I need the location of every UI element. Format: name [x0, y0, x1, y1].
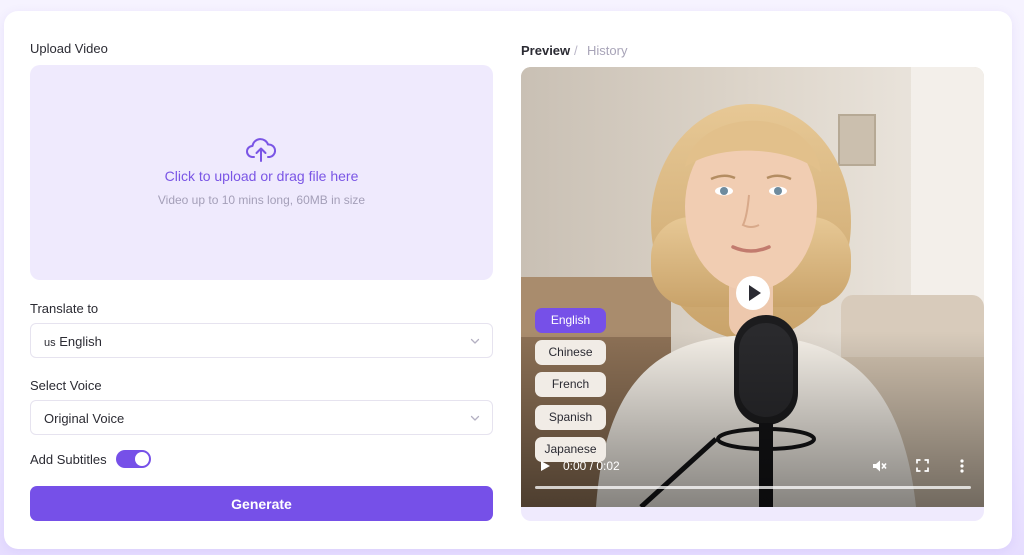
- translate-language-value: us English: [44, 334, 102, 349]
- voice-select[interactable]: Original Voice: [30, 400, 493, 435]
- translate-to-label: Translate to: [30, 301, 99, 316]
- more-icon[interactable]: [959, 458, 965, 474]
- language-pill-french[interactable]: French: [535, 372, 606, 397]
- language-name: English: [59, 334, 102, 349]
- upload-video-label: Upload Video: [30, 41, 108, 56]
- upload-dropzone[interactable]: Click to upload or drag file here Video …: [30, 65, 493, 280]
- tab-preview[interactable]: Preview: [521, 43, 570, 58]
- video-preview[interactable]: English Chinese French Spanish Japanese …: [521, 67, 984, 507]
- flag-label: us: [44, 337, 56, 349]
- video-progress-bar[interactable]: [535, 486, 971, 489]
- voice-value: Original Voice: [44, 411, 125, 426]
- video-time: 0:00 / 0:02: [563, 459, 620, 473]
- video-footer: [521, 507, 984, 521]
- subtitles-toggle[interactable]: [116, 450, 151, 468]
- toggle-knob: [135, 452, 149, 466]
- language-pill-english[interactable]: English: [535, 308, 606, 333]
- mute-icon[interactable]: [871, 458, 887, 474]
- select-voice-label: Select Voice: [30, 378, 102, 393]
- language-pill-spanish[interactable]: Spanish: [535, 405, 606, 430]
- tab-separator: /: [574, 43, 578, 58]
- translate-language-select[interactable]: us English: [30, 323, 493, 358]
- cloud-upload-icon: [246, 138, 276, 162]
- translator-card: Upload Video Click to upload or drag fil…: [4, 11, 1012, 549]
- play-small-icon[interactable]: [539, 460, 551, 472]
- language-pill-chinese[interactable]: Chinese: [535, 340, 606, 365]
- chevron-down-icon: [470, 338, 480, 344]
- chevron-down-icon: [470, 415, 480, 421]
- play-icon[interactable]: [735, 275, 771, 311]
- generate-button[interactable]: Generate: [30, 486, 493, 521]
- fullscreen-icon[interactable]: [916, 459, 929, 472]
- tab-history[interactable]: History: [587, 43, 627, 58]
- add-subtitles-label: Add Subtitles: [30, 452, 107, 467]
- upload-hint: Video up to 10 mins long, 60MB in size: [157, 193, 366, 207]
- upload-title: Click to upload or drag file here: [164, 168, 359, 184]
